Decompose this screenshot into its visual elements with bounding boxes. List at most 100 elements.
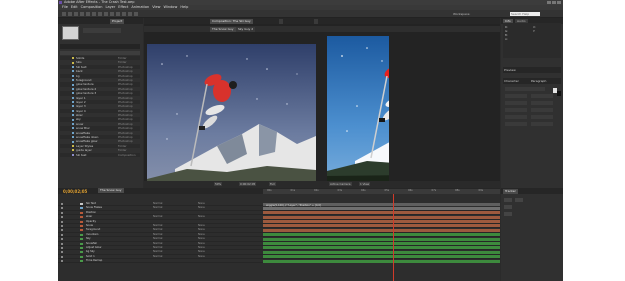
- visibility-eye-icon[interactable]: [61, 233, 63, 236]
- track-motion-button[interactable]: [504, 198, 512, 202]
- hand-tool-icon[interactable]: [68, 12, 72, 16]
- clone-tool-icon[interactable]: [122, 12, 126, 16]
- current-time-display[interactable]: 0:00:02:05: [239, 182, 257, 186]
- camera-dropdown[interactable]: Active Camera: [329, 182, 352, 186]
- visibility-eye-icon[interactable]: [61, 211, 63, 214]
- layer-label-color[interactable]: [80, 246, 83, 249]
- item-type-icon: [72, 79, 74, 82]
- layer-duration-bar[interactable]: [263, 250, 500, 254]
- baseline-shift-field[interactable]: [505, 122, 527, 126]
- visibility-eye-icon[interactable]: [61, 229, 63, 232]
- layer-duration-bar[interactable]: [263, 255, 500, 259]
- leading-field[interactable]: [531, 94, 553, 98]
- layer-duration-bar[interactable]: [263, 233, 500, 237]
- layer-label-color[interactable]: [80, 255, 83, 258]
- expression-text[interactable]: wiggle(5,100) // "Layer", "Position" + […: [266, 204, 321, 207]
- time-ruler[interactable]: 00s 01s 02s 03s 04s 05s 06s 07s 08s 09s: [263, 189, 500, 194]
- project-item[interactable]: Ski test Composition: [60, 152, 140, 157]
- current-time-indicator[interactable]: [393, 194, 394, 281]
- layer-label-color[interactable]: [80, 211, 83, 214]
- visibility-eye-icon[interactable]: [61, 220, 63, 223]
- layer-label-color[interactable]: [80, 216, 83, 219]
- tracking-field[interactable]: [531, 101, 553, 105]
- tab-character[interactable]: Character: [504, 79, 519, 83]
- search-help-input[interactable]: Search Help: [510, 12, 540, 16]
- tab-timeline-comp[interactable]: The Snow Guy: [98, 188, 124, 193]
- visibility-eye-icon[interactable]: [61, 238, 63, 241]
- layer-duration-bar[interactable]: [263, 206, 500, 210]
- rotate-tool-icon[interactable]: [80, 12, 84, 16]
- kerning-field[interactable]: [505, 101, 527, 105]
- stroke-width-field[interactable]: [505, 108, 527, 112]
- layer-label-color[interactable]: [80, 224, 83, 227]
- layer-duration-bar[interactable]: [263, 242, 500, 246]
- layer-label-color[interactable]: [80, 238, 83, 241]
- layer-duration-bar[interactable]: [263, 215, 500, 219]
- stroke-mode-dropdown[interactable]: [531, 108, 553, 112]
- resolution-dropdown[interactable]: Full: [269, 182, 276, 186]
- puppet-tool-icon[interactable]: [134, 12, 138, 16]
- visibility-eye-icon[interactable]: [61, 246, 63, 249]
- stabilize-motion-button[interactable]: [515, 198, 523, 202]
- comp-tab-2[interactable]: Sky Guy 2: [236, 27, 256, 32]
- visibility-eye-icon[interactable]: [61, 203, 63, 205]
- layer-duration-bar[interactable]: [263, 224, 500, 228]
- layer-row[interactable]: Time Remap: [58, 259, 263, 264]
- font-family-dropdown[interactable]: [505, 87, 545, 91]
- visibility-eye-icon[interactable]: [61, 242, 63, 245]
- project-search-input[interactable]: [60, 44, 140, 49]
- layer-bar-row: [263, 259, 500, 264]
- layer-duration-bar[interactable]: [263, 246, 500, 250]
- current-track-dropdown[interactable]: [504, 212, 512, 216]
- visibility-eye-icon[interactable]: [61, 216, 63, 219]
- tab-composition[interactable]: Composition: The Ski Guy: [210, 19, 253, 24]
- tab-project[interactable]: Project: [110, 19, 125, 24]
- tab-layer[interactable]: [279, 19, 283, 24]
- visibility-eye-icon[interactable]: [61, 255, 63, 258]
- layer-label-color[interactable]: [80, 229, 83, 232]
- layer-duration-bar[interactable]: [263, 237, 500, 241]
- pan-behind-tool-icon[interactable]: [92, 12, 96, 16]
- visibility-eye-icon[interactable]: [61, 207, 63, 210]
- layer-label-color[interactable]: [80, 260, 83, 263]
- maximize-icon[interactable]: [552, 1, 556, 4]
- visibility-eye-icon[interactable]: [61, 260, 63, 263]
- layer-duration-bar[interactable]: [263, 259, 500, 263]
- camera-tool-icon[interactable]: [86, 12, 90, 16]
- layer-duration-bar[interactable]: [263, 211, 500, 215]
- tsume-field[interactable]: [531, 122, 553, 126]
- eraser-tool-icon[interactable]: [128, 12, 132, 16]
- layer-duration-bar[interactable]: [263, 220, 500, 224]
- text-tool-icon[interactable]: [110, 12, 114, 16]
- tab-preview[interactable]: Preview: [504, 68, 516, 72]
- tab-tracker[interactable]: Tracker: [503, 189, 518, 194]
- timeline-timecode[interactable]: 0;00;02;05: [63, 189, 87, 194]
- pen-tool-icon[interactable]: [104, 12, 108, 16]
- layer-duration-bar[interactable]: [263, 228, 500, 232]
- horizontal-scale-field[interactable]: [531, 115, 553, 119]
- layer-label-color[interactable]: [80, 233, 83, 236]
- minimize-icon[interactable]: [547, 1, 551, 4]
- comp-tab-1[interactable]: The Snow Guy: [210, 27, 236, 32]
- tool-buttons: [62, 12, 138, 16]
- zoom-tool-icon[interactable]: [74, 12, 78, 16]
- brush-tool-icon[interactable]: [116, 12, 120, 16]
- layer-label-color[interactable]: [80, 207, 83, 210]
- tab-paragraph[interactable]: Paragraph: [531, 79, 546, 83]
- visibility-eye-icon[interactable]: [61, 224, 63, 227]
- layer-label-color[interactable]: [80, 251, 83, 254]
- visibility-eye-icon[interactable]: [61, 251, 63, 254]
- motion-source-dropdown[interactable]: [504, 205, 512, 209]
- tab-footage[interactable]: [314, 19, 318, 24]
- comp-view-left[interactable]: [147, 44, 316, 194]
- font-size-field[interactable]: [505, 94, 527, 98]
- view-layout-dropdown[interactable]: 1 View: [359, 182, 371, 186]
- zoom-dropdown[interactable]: 50%: [214, 182, 223, 186]
- close-icon[interactable]: [557, 1, 561, 4]
- layer-label-color[interactable]: [80, 220, 83, 223]
- layer-label-color[interactable]: [80, 242, 83, 245]
- mask-tool-icon[interactable]: [98, 12, 102, 16]
- vertical-scale-field[interactable]: [505, 115, 527, 119]
- layer-label-color[interactable]: [80, 203, 83, 205]
- selection-tool-icon[interactable]: [62, 12, 66, 16]
